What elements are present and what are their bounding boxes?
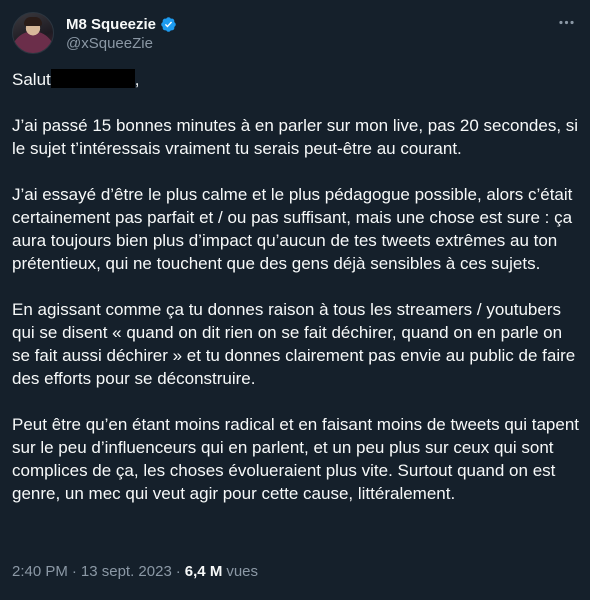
meta-separator: · bbox=[175, 563, 181, 580]
redacted-name-block bbox=[50, 69, 135, 88]
author-names: M8 Squeezie @xSqueeZie bbox=[66, 14, 177, 52]
more-options-icon[interactable] bbox=[556, 12, 576, 32]
avatar-hair bbox=[24, 17, 42, 26]
tweet-date[interactable]: 13 sept. 2023 bbox=[81, 563, 172, 580]
tweet-meta: 2:40 PM · 13 sept. 2023 · 6,4 M vues bbox=[12, 563, 258, 580]
author-name-row: M8 Squeezie bbox=[66, 14, 177, 34]
tweet-paragraph: J’ai passé 15 bonnes minutes à en parler… bbox=[12, 116, 579, 158]
meta-separator: · bbox=[71, 563, 77, 580]
tweet-time[interactable]: 2:40 PM bbox=[12, 563, 68, 580]
tweet: M8 Squeezie @xSqueeZie Salut, J’ai passé… bbox=[0, 0, 590, 600]
verified-badge-icon[interactable] bbox=[160, 16, 177, 33]
greeting-text: Salut bbox=[12, 70, 51, 89]
author-handle[interactable]: @xSqueeZie bbox=[66, 35, 177, 52]
greeting-line: Salut, bbox=[12, 68, 580, 91]
views-label: vues bbox=[226, 563, 258, 580]
tweet-paragraph: Peut être qu’en étant moins radical et e… bbox=[12, 415, 580, 503]
tweet-paragraph: J’ai essayé d’être le plus calme et le p… bbox=[12, 185, 573, 273]
author-display-name[interactable]: M8 Squeezie bbox=[66, 16, 156, 33]
tweet-paragraph: En agissant comme ça tu donnes raison à … bbox=[12, 300, 576, 388]
views-count[interactable]: 6,4 M bbox=[185, 563, 223, 580]
tweet-header: M8 Squeezie @xSqueeZie bbox=[12, 11, 177, 55]
greeting-suffix: , bbox=[134, 70, 140, 89]
avatar[interactable] bbox=[12, 12, 54, 54]
tweet-text: Salut, J’ai passé 15 bonnes minutes à en… bbox=[12, 68, 580, 528]
